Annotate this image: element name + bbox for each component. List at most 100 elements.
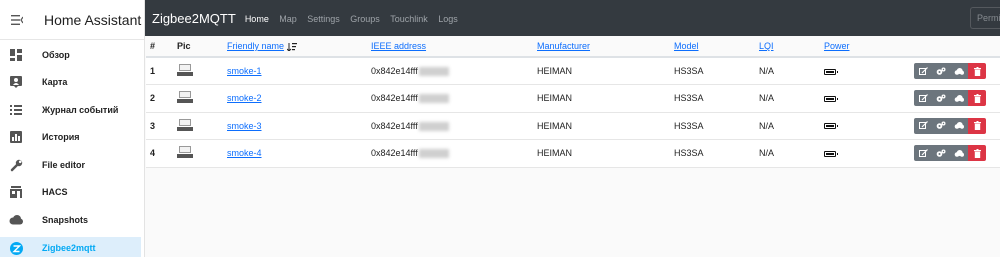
row-num: 4 — [146, 139, 177, 168]
sidebar-item-zigbee2mqtt[interactable]: Zigbee2mqtt — [0, 237, 141, 257]
lqi: N/A — [759, 84, 824, 113]
sidebar-item-label: Zigbee2mqtt — [42, 243, 96, 253]
ota-update-button[interactable] — [950, 117, 968, 134]
zigbee-icon — [8, 240, 24, 256]
manufacturer: HEIMAN — [537, 84, 674, 113]
model: HS3SA — [674, 57, 759, 85]
ota-update-button[interactable] — [950, 145, 968, 162]
col-header-friendly-name[interactable]: Friendly name — [227, 36, 371, 58]
ota-update-button[interactable] — [950, 63, 968, 79]
nav-groups[interactable]: Groups — [350, 14, 380, 24]
sidebar-item-map[interactable]: Карта — [0, 71, 141, 93]
configure-button[interactable] — [932, 90, 950, 107]
permit-join-button[interactable]: Permit join — [970, 7, 1000, 29]
sidebar-item-overview[interactable]: Обзор — [0, 44, 141, 66]
ieee-address: 0x842e14fff — [371, 112, 537, 140]
cloud-icon — [954, 67, 964, 75]
sidebar-item-history[interactable]: История — [0, 126, 141, 148]
nav-touchlink[interactable]: Touchlink — [390, 14, 428, 24]
configure-button[interactable] — [932, 145, 950, 162]
sort-manufacturer-link[interactable]: Manufacturer — [537, 41, 590, 51]
nav-settings[interactable]: Settings — [307, 14, 340, 24]
cogs-icon — [936, 94, 946, 102]
row-num: 3 — [146, 112, 177, 140]
dashboard-icon — [8, 47, 24, 63]
cloud-icon — [954, 149, 964, 157]
sort-power-link[interactable]: Power — [824, 41, 850, 51]
col-header-power: Power — [824, 36, 884, 58]
trash-icon — [973, 121, 981, 131]
model: HS3SA — [674, 112, 759, 140]
table-row: 1 smoke-1 0x842e14fff HEIMAN HS3SA N/A — [146, 57, 1000, 85]
remove-button[interactable] — [968, 90, 986, 107]
sidebar-item-hacs[interactable]: HACS — [0, 181, 141, 203]
menu-collapse-icon[interactable] — [0, 14, 34, 25]
row-actions — [884, 63, 1000, 79]
edit-icon — [918, 148, 928, 157]
ieee-address: 0x842e14fff — [371, 139, 537, 168]
sort-ascending-icon — [286, 42, 297, 52]
redacted-blur — [418, 121, 449, 131]
manufacturer: HEIMAN — [537, 112, 674, 140]
map-icon — [8, 74, 24, 90]
battery-icon — [824, 150, 838, 157]
top-navbar: Zigbee2MQTT Home Map Settings Groups Tou… — [145, 0, 1000, 36]
nav-logs[interactable]: Logs — [438, 14, 458, 24]
redacted-blur — [418, 149, 449, 159]
manufacturer: HEIMAN — [537, 57, 674, 85]
sidebar-item-file-editor[interactable]: File editor — [0, 154, 141, 176]
sort-ieee-link[interactable]: IEEE address — [371, 41, 426, 51]
sidebar-item-logbook[interactable]: Журнал событий — [0, 99, 141, 121]
col-header-num: # — [146, 36, 177, 58]
main-nav: Home Map Settings Groups Touchlink Logs — [245, 9, 464, 27]
sort-friendly-name-link[interactable]: Friendly name — [227, 41, 284, 51]
configure-button[interactable] — [932, 117, 950, 134]
table-row: 2 smoke-2 0x842e14fff HEIMAN HS3SA N/A — [146, 84, 1000, 113]
battery-icon — [824, 95, 838, 102]
remove-button[interactable] — [968, 63, 986, 79]
sidebar-item-snapshots[interactable]: Snapshots — [0, 209, 141, 231]
friendly-name-link[interactable]: smoke-4 — [227, 148, 262, 158]
sort-lqi-link[interactable]: LQI — [759, 41, 774, 51]
app-brand[interactable]: Zigbee2MQTT — [152, 11, 236, 26]
devices-table: # Pic Friendly name IEEE address Manufac… — [146, 36, 1000, 168]
smoke-detector-image — [177, 90, 193, 104]
friendly-name-link[interactable]: smoke-1 — [227, 66, 262, 76]
redacted-blur — [418, 94, 449, 104]
friendly-name-link[interactable]: smoke-3 — [227, 121, 262, 131]
power-cell — [824, 139, 884, 168]
trash-icon — [973, 148, 981, 158]
edit-icon — [918, 93, 928, 102]
rename-button[interactable] — [914, 63, 932, 79]
device-pic — [177, 112, 227, 140]
cloud-icon — [954, 122, 964, 130]
sort-model-link[interactable]: Model — [674, 41, 699, 51]
ota-update-button[interactable] — [950, 90, 968, 107]
smoke-detector-image — [177, 118, 193, 132]
model: HS3SA — [674, 84, 759, 113]
nav-home[interactable]: Home — [245, 14, 269, 24]
sidebar-title: Home Assistant — [44, 11, 142, 28]
rename-button[interactable] — [914, 145, 932, 162]
friendly-name-link[interactable]: smoke-2 — [227, 93, 262, 103]
col-header-pic: Pic — [177, 36, 227, 58]
history-icon — [8, 129, 24, 145]
configure-button[interactable] — [932, 63, 950, 79]
ieee-address: 0x842e14fff — [371, 57, 537, 85]
wrench-icon — [8, 157, 24, 173]
lqi: N/A — [759, 139, 824, 168]
remove-button[interactable] — [968, 117, 986, 134]
rename-button[interactable] — [914, 117, 932, 134]
trash-icon — [973, 66, 981, 76]
nav-map[interactable]: Map — [279, 14, 297, 24]
ieee-address: 0x842e14fff — [371, 84, 537, 113]
trash-icon — [973, 93, 981, 103]
hacs-icon — [8, 184, 24, 200]
sidebar-item-label: Журнал событий — [42, 105, 119, 115]
table-row: 3 smoke-3 0x842e14fff HEIMAN HS3SA N/A — [146, 112, 1000, 140]
sidebar-item-label: Snapshots — [42, 215, 89, 225]
edit-icon — [918, 66, 928, 75]
rename-button[interactable] — [914, 90, 932, 107]
cloud-icon — [8, 212, 24, 228]
remove-button[interactable] — [968, 145, 986, 162]
